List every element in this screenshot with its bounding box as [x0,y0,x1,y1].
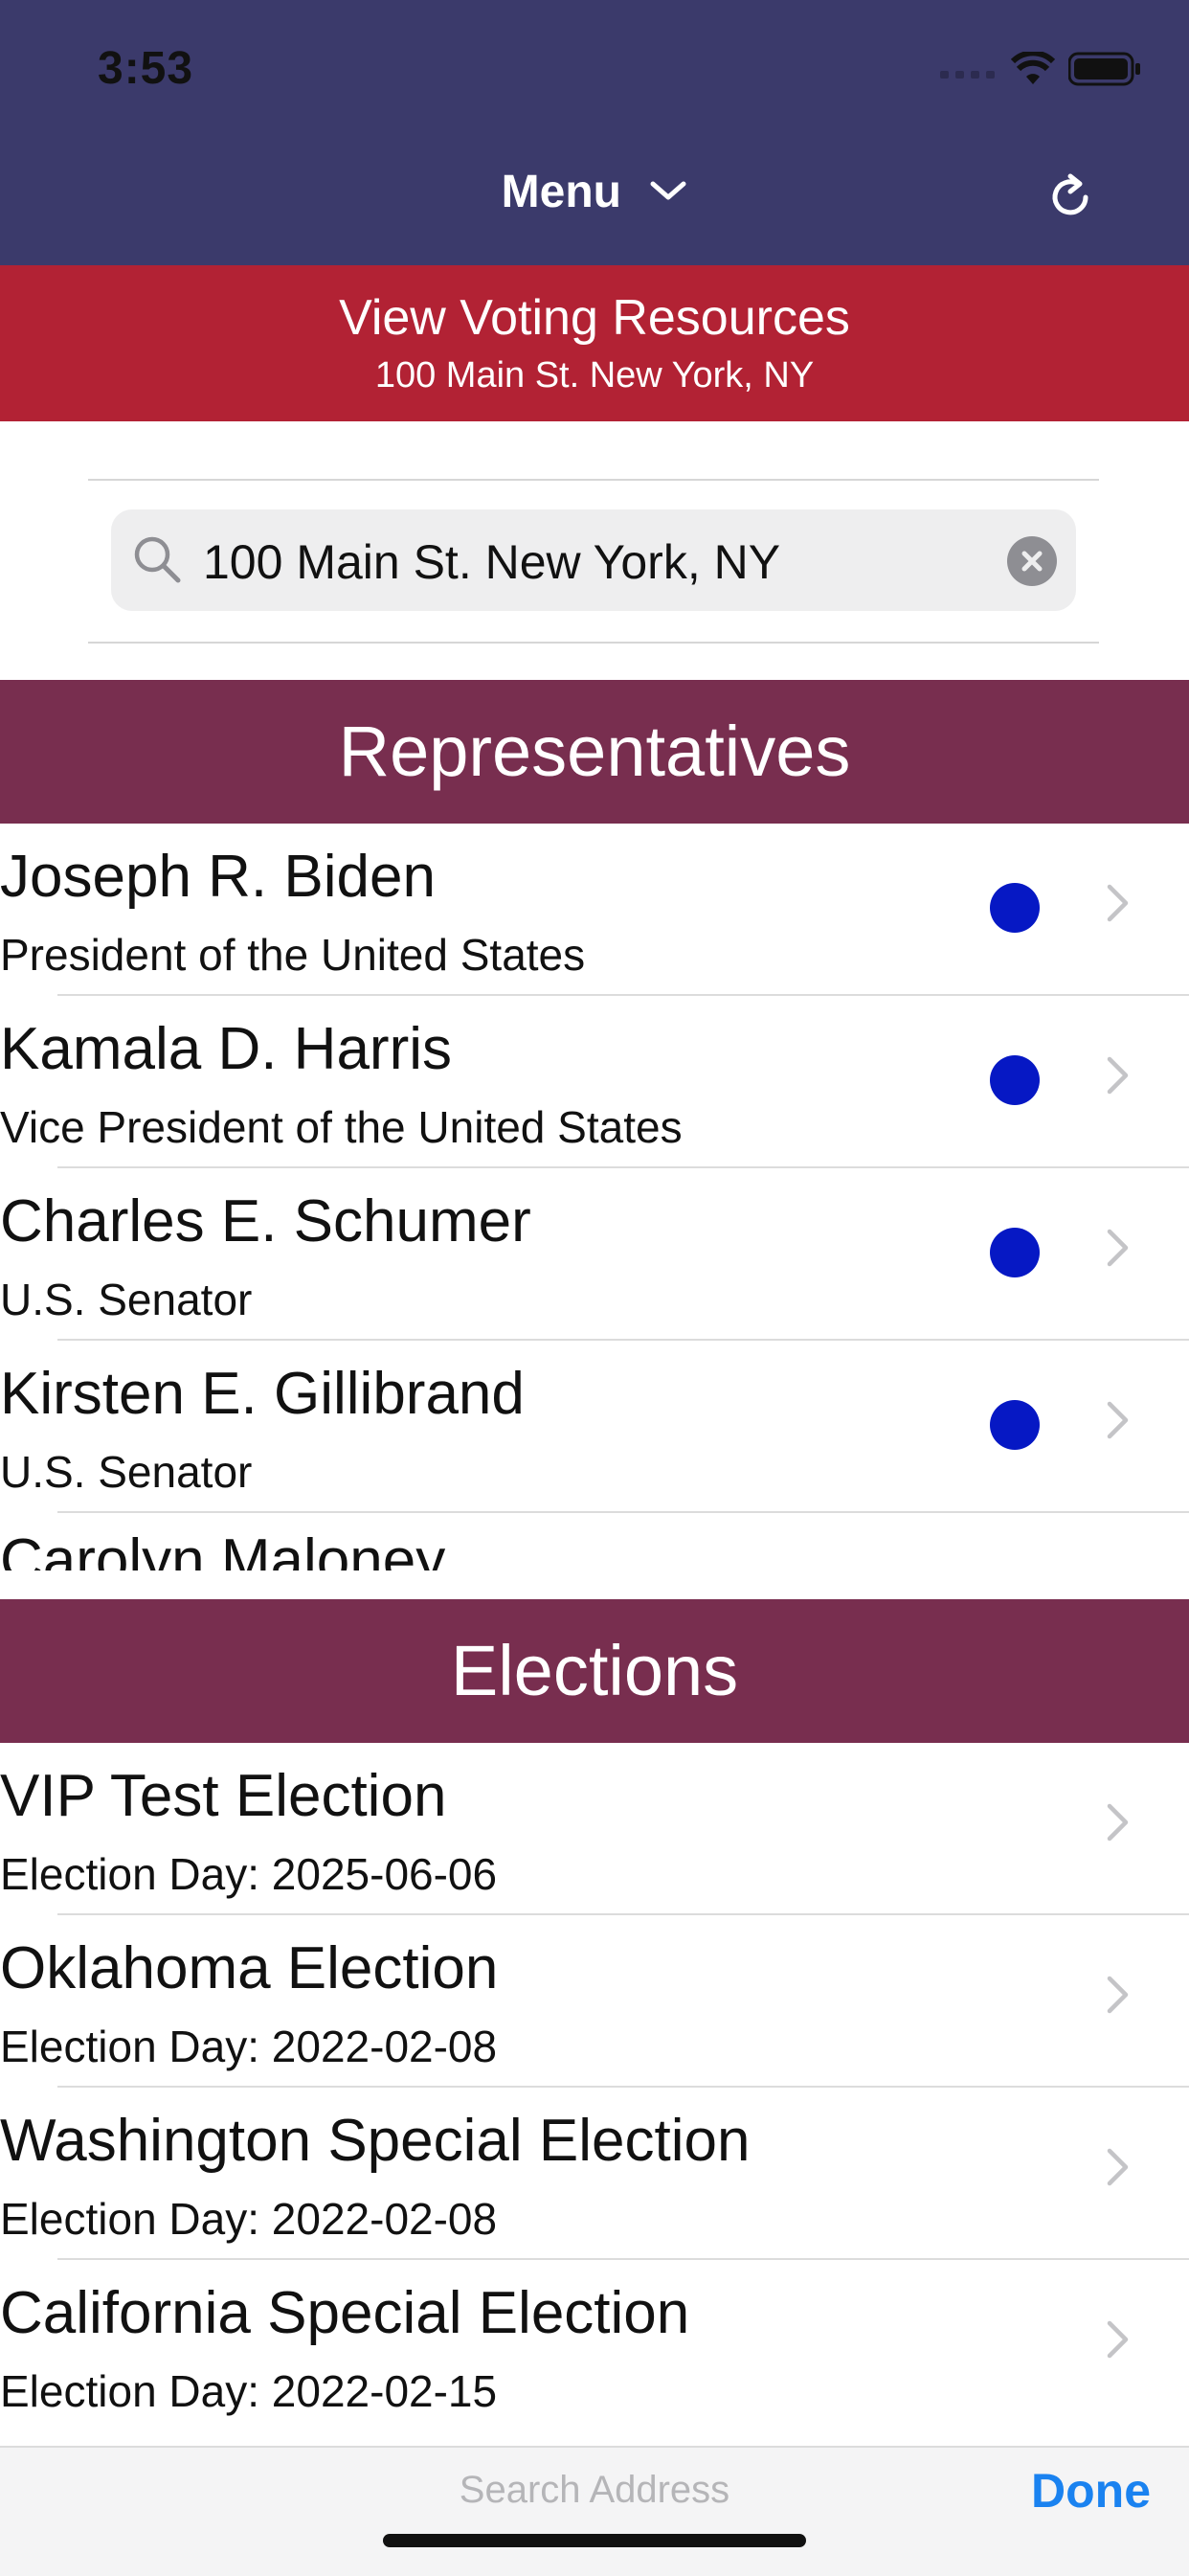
election-date: Election Day: 2025-06-06 [0,1849,498,1899]
election-name: VIP Test Election [0,1763,447,1829]
chevron-right-icon [1107,1056,1129,1095]
status-bar: 3:53 [0,0,1189,134]
menu-dropdown-button[interactable]: Menu [0,163,1189,218]
representative-office: U.S. Senator [0,1275,253,1324]
cellular-signal-icon [940,71,995,79]
election-name: Oklahoma Election [0,1935,499,2001]
party-dot [990,1400,1040,1450]
banner-title: View Voting Resources [339,290,850,346]
menu-label: Menu [501,166,621,217]
representative-row[interactable]: Joseph R. Biden President of the United … [0,824,1189,996]
representative-name: Charles E. Schumer [0,1188,531,1254]
representative-row[interactable]: Charles E. Schumer U.S. Senator [0,1168,1189,1341]
election-name: California Special Election [0,2280,690,2346]
keyboard-accessory-bar: Search Address Done [0,2446,1189,2576]
chevron-right-icon [1107,1976,1129,2014]
banner-address: 100 Main St. New York, NY [374,355,815,395]
refresh-icon[interactable] [1043,170,1097,224]
election-row[interactable]: Washington Special Election Election Day… [0,2088,1189,2260]
voting-resources-banner[interactable]: View Voting Resources 100 Main St. New Y… [0,265,1189,421]
home-indicator[interactable] [383,2534,806,2547]
chevron-right-icon [1107,2148,1129,2186]
representative-office: President of the United States [0,930,586,980]
navigation-bar: Menu [0,134,1189,265]
representative-row[interactable]: Kirsten E. Gillibrand U.S. Senator [0,1341,1189,1513]
address-search-input[interactable]: 100 Main St. New York, NY [111,509,1076,611]
search-value: 100 Main St. New York, NY [203,535,781,589]
chevron-right-icon [1107,1229,1129,1267]
elections-list[interactable]: VIP Test Election Election Day: 2025-06-… [0,1743,1189,2446]
election-row[interactable]: VIP Test Election Election Day: 2025-06-… [0,1743,1189,1915]
election-date: Election Day: 2022-02-08 [0,2194,498,2244]
election-date: Election Day: 2022-02-15 [0,2366,498,2416]
party-dot [990,1228,1040,1277]
party-dot [990,883,1040,933]
wifi-icon [1011,52,1055,84]
representative-office: Vice President of the United States [0,1102,683,1152]
status-icons [940,50,1141,88]
representative-name: Kamala D. Harris [0,1016,452,1082]
representative-office: U.S. Senator [0,1447,253,1497]
party-dot [990,1055,1040,1105]
done-button[interactable]: Done [1031,2463,1151,2519]
representative-name: Carolyn Maloney [0,1527,446,1570]
chevron-right-icon [1107,1803,1129,1842]
election-row[interactable]: California Special Election Election Day… [0,2260,1189,2432]
chevron-right-icon [1107,884,1129,922]
representative-name: Joseph R. Biden [0,844,436,910]
clear-search-button[interactable] [1007,536,1057,586]
close-icon [1021,551,1043,572]
battery-icon [1068,52,1140,86]
election-name: Washington Special Election [0,2108,751,2174]
status-time: 3:53 [98,43,194,94]
search-icon [134,536,181,583]
election-row[interactable]: Oklahoma Election Election Day: 2022-02-… [0,1915,1189,2088]
representative-row[interactable]: Carolyn Maloney [0,1513,1189,1570]
search-address-placeholder[interactable]: Search Address [0,2469,1189,2512]
chevron-down-icon [650,181,686,200]
elections-header: Elections [0,1599,1189,1743]
representative-row[interactable]: Kamala D. Harris Vice President of the U… [0,996,1189,1168]
chevron-right-icon [1107,2320,1129,2359]
representative-name: Kirsten E. Gillibrand [0,1361,525,1427]
representatives-list[interactable]: Joseph R. Biden President of the United … [0,824,1189,1570]
search-container: 100 Main St. New York, NY [88,479,1099,644]
representatives-header: Representatives [0,680,1189,824]
chevron-right-icon [1107,1401,1129,1439]
election-date: Election Day: 2022-02-08 [0,2022,498,2071]
